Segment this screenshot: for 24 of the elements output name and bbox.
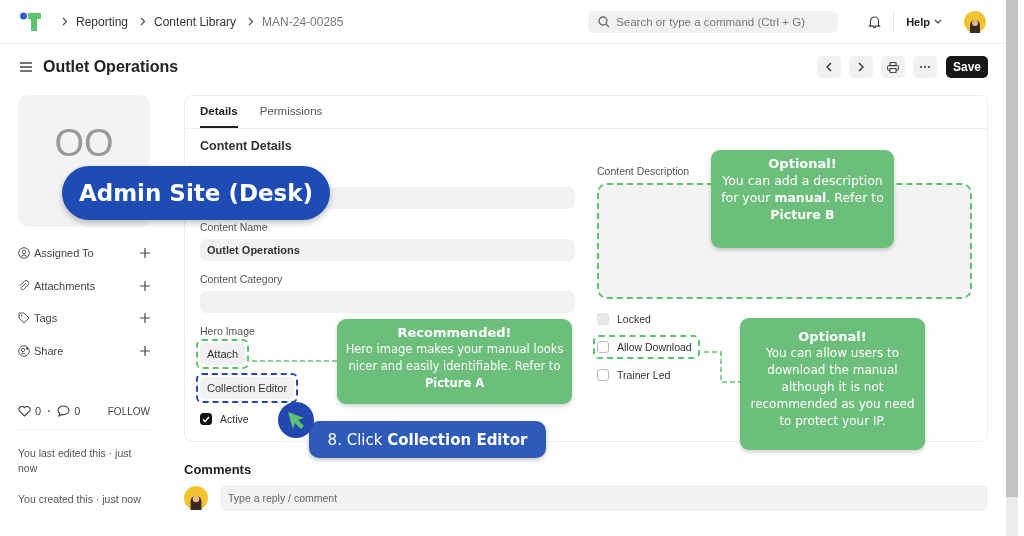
callout-title: Recommended! xyxy=(397,324,512,341)
section-title: Content Details xyxy=(200,139,293,153)
page-title: Outlet Operations xyxy=(43,58,179,76)
comment-count: 0 xyxy=(74,405,81,417)
step-tooltip: 8. Click Collection Editor xyxy=(309,421,546,458)
callout-text: Hero image makes your manual looks nicer and easily identifiable. Refer to Picture A xyxy=(344,341,565,392)
field-label: Content Name xyxy=(200,221,268,233)
activity-text: You last edited this · just now xyxy=(18,446,133,476)
checkbox-label: Trainer Led xyxy=(617,369,671,381)
field-label: Hero Image xyxy=(200,325,255,337)
field-label: Content Description xyxy=(597,165,690,177)
callout-text: You can add a description for your manual. Refer to Picture B xyxy=(720,172,885,223)
like-count: 0 xyxy=(35,405,42,417)
badge-tooltip: Admin Site (Desk) xyxy=(62,166,330,220)
field-label: Content Category xyxy=(200,273,283,285)
checkbox-label: Locked xyxy=(617,313,651,325)
callout-text: You can allow users to download the manual although it is not recommended as you need to protect your IP. xyxy=(749,345,916,430)
callout-title: Optional! xyxy=(768,155,837,172)
avatar-initials: OO xyxy=(54,123,114,163)
checkbox-label: Active xyxy=(220,413,249,425)
checkbox-label: Allow Download xyxy=(617,341,692,353)
callout-title: Optional! xyxy=(798,328,867,345)
comments-title: Comments xyxy=(184,462,253,477)
activity-text: You created this · just now xyxy=(18,492,142,507)
